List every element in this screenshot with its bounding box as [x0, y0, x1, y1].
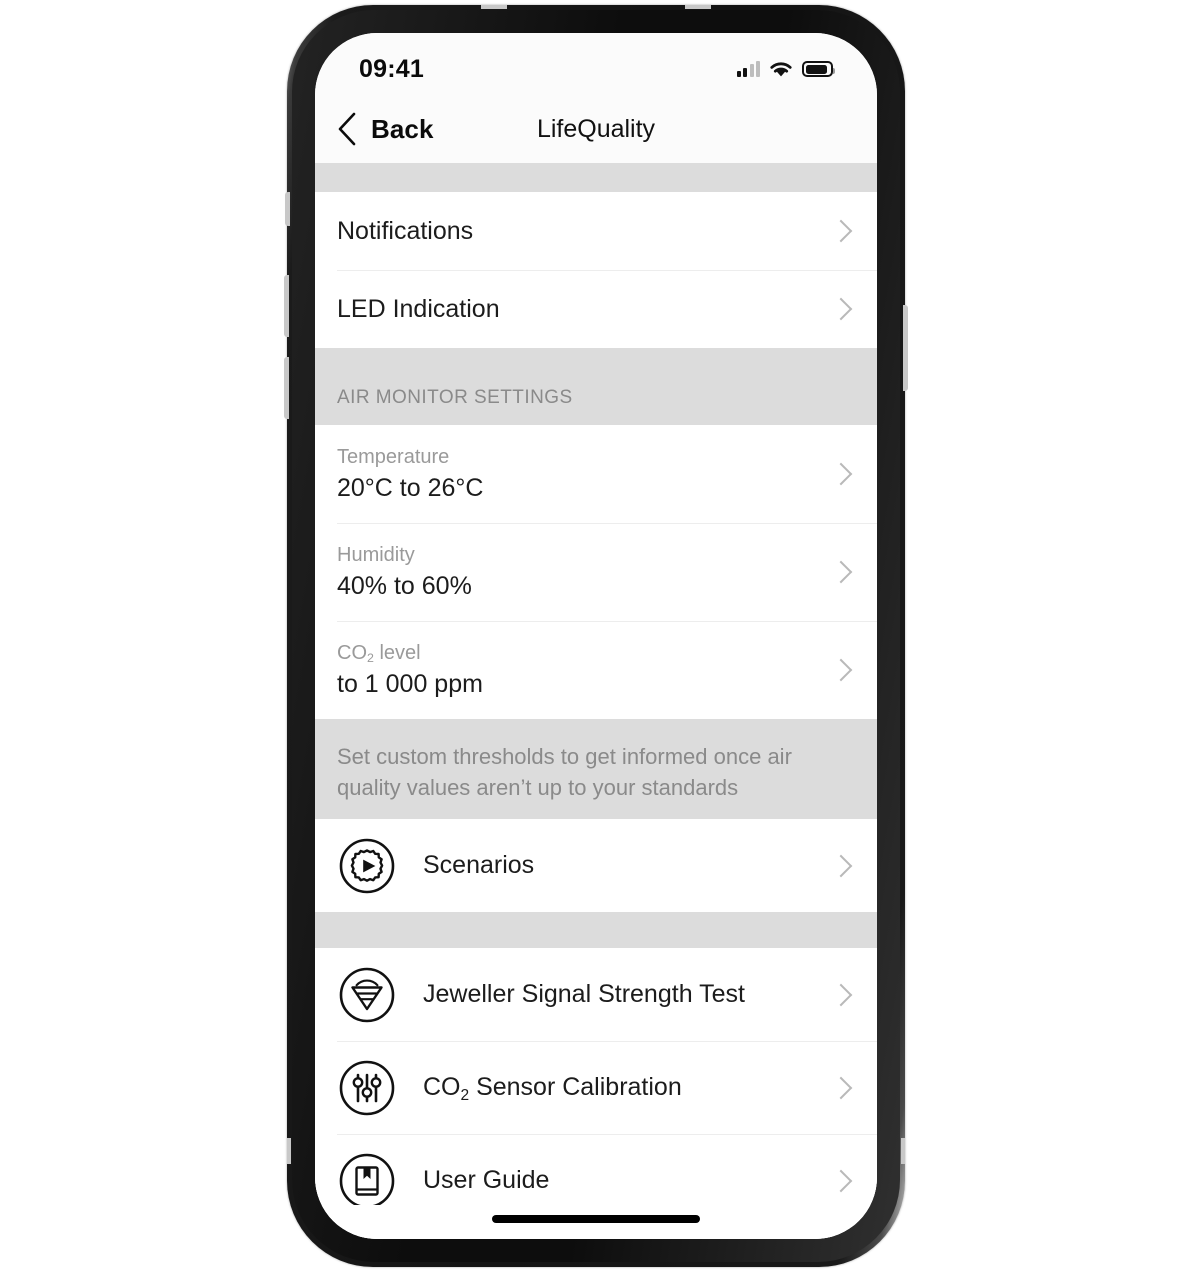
row-co2-level-label: CO2 level [337, 641, 833, 666]
row-led-indication[interactable]: LED Indication [315, 270, 877, 348]
row-co2-sensor-calibration-label: CO2 Sensor Calibration [423, 1073, 833, 1104]
row-temperature-value: 20°C to 26°C [337, 473, 484, 502]
chevron-right-icon [829, 219, 853, 243]
chevron-right-icon [829, 1169, 853, 1192]
home-indicator-area [315, 1205, 877, 1239]
chevron-right-icon [829, 854, 853, 877]
section-header-air-monitor-settings: AIR MONITOR SETTINGS [315, 348, 877, 425]
silent-switch[interactable] [285, 192, 290, 226]
sliders-icon [337, 1058, 397, 1118]
chevron-right-icon [829, 462, 853, 486]
co2-prefix: CO [337, 641, 367, 664]
frame-antenna-line-top-left [481, 5, 507, 9]
row-co2-sensor-calibration[interactable]: CO2 Sensor Calibration [315, 1041, 877, 1134]
status-icons [736, 50, 835, 79]
frame-antenna-line-bottom-left [287, 1138, 291, 1164]
row-scenarios-label: Scenarios [423, 851, 535, 879]
row-scenarios-text: Scenarios [423, 851, 833, 880]
back-button-label: Back [371, 113, 434, 144]
row-co2-level[interactable]: CO2 level to 1 000 ppm [315, 621, 877, 719]
row-humidity[interactable]: Humidity 40% to 60% [315, 523, 877, 621]
row-notifications-text: Notifications [337, 217, 833, 246]
row-humidity-value: 40% to 60% [337, 571, 472, 600]
book-bookmark-icon [337, 1151, 397, 1211]
frame-antenna-line-bottom-right [901, 1138, 905, 1164]
co2-prefix: CO [423, 1073, 461, 1101]
row-humidity-text: Humidity 40% to 60% [337, 544, 833, 601]
phone-mockup: 09:41 Back LifeQuality Notifications LED… [284, 5, 908, 1267]
jeweller-gem-signal-icon [337, 965, 397, 1025]
row-humidity-label: Humidity [337, 543, 415, 566]
home-indicator[interactable] [492, 1215, 700, 1223]
row-jeweller-text: Jeweller Signal Strength Test [423, 980, 833, 1009]
row-temperature[interactable]: Temperature 20°C to 26°C [315, 425, 877, 523]
back-button[interactable]: Back [337, 112, 434, 146]
row-temperature-label: Temperature [337, 445, 450, 468]
row-co2-level-value: to 1 000 ppm [337, 669, 483, 698]
chevron-right-icon [829, 297, 853, 321]
group-spacer-middle [315, 912, 877, 948]
chevron-right-icon [829, 983, 853, 1006]
co2-suffix: Sensor Calibration [469, 1073, 682, 1101]
gear-play-icon [337, 836, 397, 896]
row-notifications-label: Notifications [337, 216, 474, 245]
co2-subscript: 2 [367, 651, 374, 666]
power-button[interactable] [903, 305, 908, 391]
section-footer-note-text: Set custom thresholds to get informed on… [337, 744, 792, 800]
chevron-right-icon [829, 560, 853, 584]
frame-antenna-line-top-right [685, 5, 711, 9]
battery-icon [802, 61, 835, 77]
cellular-signal-icon [736, 61, 760, 77]
row-user-guide-label: User Guide [423, 1166, 550, 1194]
section-footer-note: Set custom thresholds to get informed on… [315, 719, 877, 819]
chevron-left-icon [338, 112, 356, 146]
row-co2-sensor-calibration-text: CO2 Sensor Calibration [423, 1073, 833, 1104]
row-co2-level-text: CO2 level to 1 000 ppm [337, 642, 833, 699]
row-jeweller-label: Jeweller Signal Strength Test [423, 980, 745, 1008]
group-spacer-top [315, 163, 877, 192]
settings-list: Notifications LED Indication AIR MONITOR… [315, 163, 877, 1239]
volume-up-button[interactable] [284, 275, 289, 337]
phone-screen: 09:41 Back LifeQuality Notifications LED… [315, 33, 877, 1239]
row-led-indication-text: LED Indication [337, 295, 833, 324]
status-bar: 09:41 [315, 33, 877, 95]
status-time: 09:41 [359, 54, 424, 83]
chevron-right-icon [829, 658, 853, 682]
row-temperature-text: Temperature 20°C to 26°C [337, 446, 833, 503]
co2-subscript: 2 [460, 1086, 470, 1104]
row-scenarios[interactable]: Scenarios [315, 819, 877, 912]
chevron-right-icon [829, 1076, 853, 1099]
co2-suffix: level [373, 641, 421, 664]
navigation-bar: Back LifeQuality [315, 95, 877, 163]
row-led-indication-label: LED Indication [337, 294, 500, 323]
row-jeweller-signal-strength-test[interactable]: Jeweller Signal Strength Test [315, 948, 877, 1041]
row-notifications[interactable]: Notifications [315, 192, 877, 270]
wifi-icon [770, 61, 792, 76]
section-header-label: AIR MONITOR SETTINGS [337, 387, 573, 408]
volume-down-button[interactable] [284, 357, 289, 419]
row-user-guide-text: User Guide [423, 1166, 833, 1195]
